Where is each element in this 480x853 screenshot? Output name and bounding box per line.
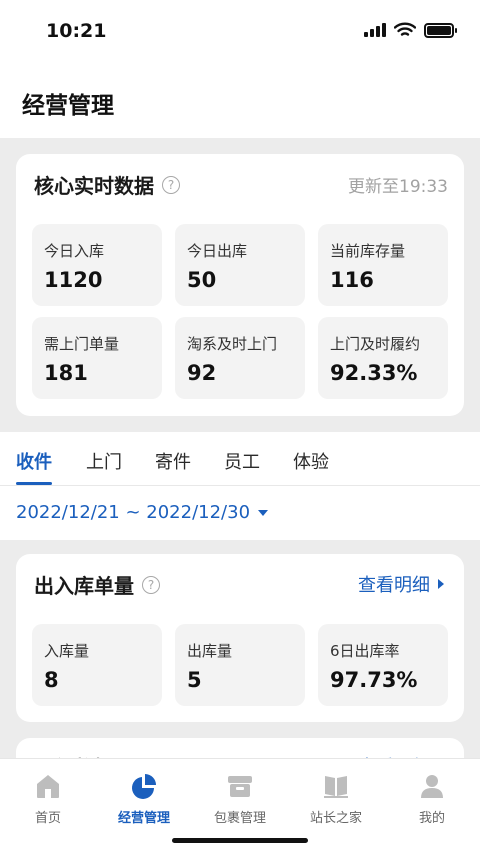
help-icon[interactable]: ? [142, 575, 160, 594]
package-box-icon [228, 776, 252, 797]
tabbar-label: 我的 [418, 811, 445, 826]
stat-6day-outbound-rate[interactable]: 6日出库率 97.73% [318, 624, 448, 706]
inout-card-header: 出入库单量 ? [34, 570, 160, 599]
home-indicator[interactable] [172, 838, 308, 843]
stat-label: 今日出库 [187, 242, 248, 260]
tabbar-label: 站长之家 [309, 811, 362, 826]
tabbar-label: 包裹管理 [213, 811, 266, 826]
tab-experience[interactable]: 体验 [293, 448, 329, 474]
nav-bar: 经营管理 [0, 64, 480, 138]
stat-value: 1120 [44, 268, 103, 292]
stat-value: 92 [187, 361, 217, 385]
status-icons [364, 22, 457, 38]
date-range-text: 2022/12/21 ~ 2022/12/30 [16, 502, 251, 523]
tabbar-label: 首页 [34, 811, 61, 826]
tabbar-mine[interactable]: 我的 [384, 771, 480, 826]
view-details-label: 查看明细 [358, 575, 430, 596]
tabbar-package[interactable]: 包裹管理 [192, 771, 288, 826]
battery-icon [424, 22, 457, 38]
triangle-right-icon [438, 579, 444, 589]
stat-outbound-volume[interactable]: 出库量 5 [175, 624, 305, 706]
tabbar-station[interactable]: 站长之家 [288, 771, 384, 826]
status-bar: 10:21 [0, 0, 480, 64]
stat-value: 50 [187, 268, 217, 292]
stat-value: 92.33% [330, 361, 418, 385]
stat-value: 97.73% [330, 668, 418, 692]
core-realtime-card: 核心实时数据 ? 更新至19:33 今日入库 1120 今日出库 50 当前库存… [16, 154, 464, 416]
date-range-bar: 2022/12/21 ~ 2022/12/30 [0, 486, 480, 540]
stat-door-fulfillment[interactable]: 上门及时履约 92.33% [318, 317, 448, 399]
cellular-signal-icon [364, 23, 386, 37]
wifi-icon [394, 22, 416, 36]
status-time: 10:21 [46, 20, 107, 42]
user-profile-icon [421, 775, 443, 798]
stat-door-orders[interactable]: 需上门单量 181 [32, 317, 162, 399]
caret-down-icon [258, 509, 269, 516]
inout-orders-card: 出入库单量 ? 查看明细 入库量 8 出库量 5 6日出库率 97.73% [16, 554, 464, 722]
stat-label: 今日入库 [44, 242, 105, 260]
active-tab-indicator [16, 482, 52, 485]
stat-label: 上门及时履约 [330, 335, 421, 353]
pie-chart-icon [132, 774, 156, 799]
category-tabs: 收件 上门 寄件 员工 体验 [0, 432, 480, 486]
stat-label: 当前库存量 [330, 242, 406, 260]
stat-label: 6日出库率 [330, 642, 400, 660]
tab-receive[interactable]: 收件 [16, 448, 52, 474]
book-icon [324, 776, 348, 798]
stat-label: 淘系及时上门 [187, 335, 278, 353]
tab-staff[interactable]: 员工 [224, 448, 260, 474]
page-title: 经营管理 [22, 93, 114, 119]
view-details-link[interactable]: 查看明细 [358, 571, 444, 597]
date-range-picker[interactable]: 2022/12/21 ~ 2022/12/30 [16, 502, 269, 523]
core-card-title: 核心实时数据 [34, 174, 154, 198]
stat-current-stock[interactable]: 当前库存量 116 [318, 224, 448, 306]
stat-today-outbound[interactable]: 今日出库 50 [175, 224, 305, 306]
stat-today-inbound[interactable]: 今日入库 1120 [32, 224, 162, 306]
inout-card-title: 出入库单量 [34, 574, 134, 598]
help-icon[interactable]: ? [162, 175, 180, 194]
stat-value: 5 [187, 668, 202, 692]
update-time: 更新至19:33 [348, 177, 448, 197]
home-icon [37, 775, 59, 798]
stat-value: 116 [330, 268, 374, 292]
stat-value: 8 [44, 668, 59, 692]
tabbar-label: 经营管理 [117, 811, 170, 826]
tabbar-home[interactable]: 首页 [0, 771, 96, 826]
stat-label: 入库量 [44, 642, 90, 660]
core-card-header: 核心实时数据 ? [34, 170, 180, 199]
tabbar-business[interactable]: 经营管理 [96, 771, 192, 826]
stat-taobao-timely[interactable]: 淘系及时上门 92 [175, 317, 305, 399]
tab-send[interactable]: 寄件 [155, 448, 191, 474]
tab-door[interactable]: 上门 [86, 448, 122, 474]
stat-label: 需上门单量 [44, 335, 120, 353]
stat-inbound-volume[interactable]: 入库量 8 [32, 624, 162, 706]
stat-value: 181 [44, 361, 88, 385]
stat-label: 出库量 [187, 642, 233, 660]
